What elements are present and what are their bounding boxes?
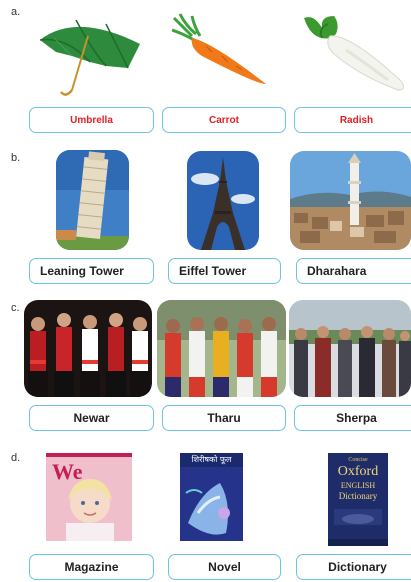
magazine-cover: We (46, 453, 132, 541)
label-leaning-tower: Leaning Tower (29, 258, 154, 284)
carrot-image (172, 12, 270, 88)
label-magazine: Magazine (29, 554, 154, 580)
label-newar: Newar (29, 405, 154, 431)
section-letter-a: a. (11, 6, 21, 18)
label-radish: Radish (294, 107, 411, 133)
novel-cover: शिरीषको फूल (180, 453, 243, 541)
tharu-photo (157, 300, 286, 397)
label-dharahara: Dharahara (296, 258, 411, 284)
eiffel-tower-photo (187, 151, 259, 250)
sherpa-photo (289, 300, 411, 397)
label-tharu: Tharu (162, 405, 286, 431)
section-letter-c: c. (11, 302, 20, 314)
leaning-tower-photo (56, 150, 129, 250)
umbrella-image (36, 10, 144, 98)
dictionary-cover: Concise Oxford ENGLISH Dictionary (328, 453, 388, 546)
radish-image (300, 10, 411, 96)
section-letter-b: b. (11, 152, 21, 164)
label-umbrella: Umbrella (29, 107, 154, 133)
dictionary-line-english: ENGLISH (340, 481, 376, 490)
label-novel: Novel (168, 554, 281, 580)
novel-title: शिरीषको फूल (191, 455, 232, 464)
dictionary-line-dictionary: Dictionary (338, 491, 378, 501)
dictionary-line-oxford: Oxford (337, 464, 379, 479)
magazine-title: We (52, 459, 83, 484)
label-dictionary: Dictionary (296, 554, 411, 580)
section-letter-d: d. (11, 452, 21, 464)
dharahara-photo (290, 151, 411, 250)
label-carrot: Carrot (162, 107, 286, 133)
label-eiffel-tower: Eiffel Tower (168, 258, 281, 284)
newar-photo (24, 300, 152, 397)
dictionary-line-concise: Concise (348, 457, 368, 463)
label-sherpa: Sherpa (294, 405, 411, 431)
